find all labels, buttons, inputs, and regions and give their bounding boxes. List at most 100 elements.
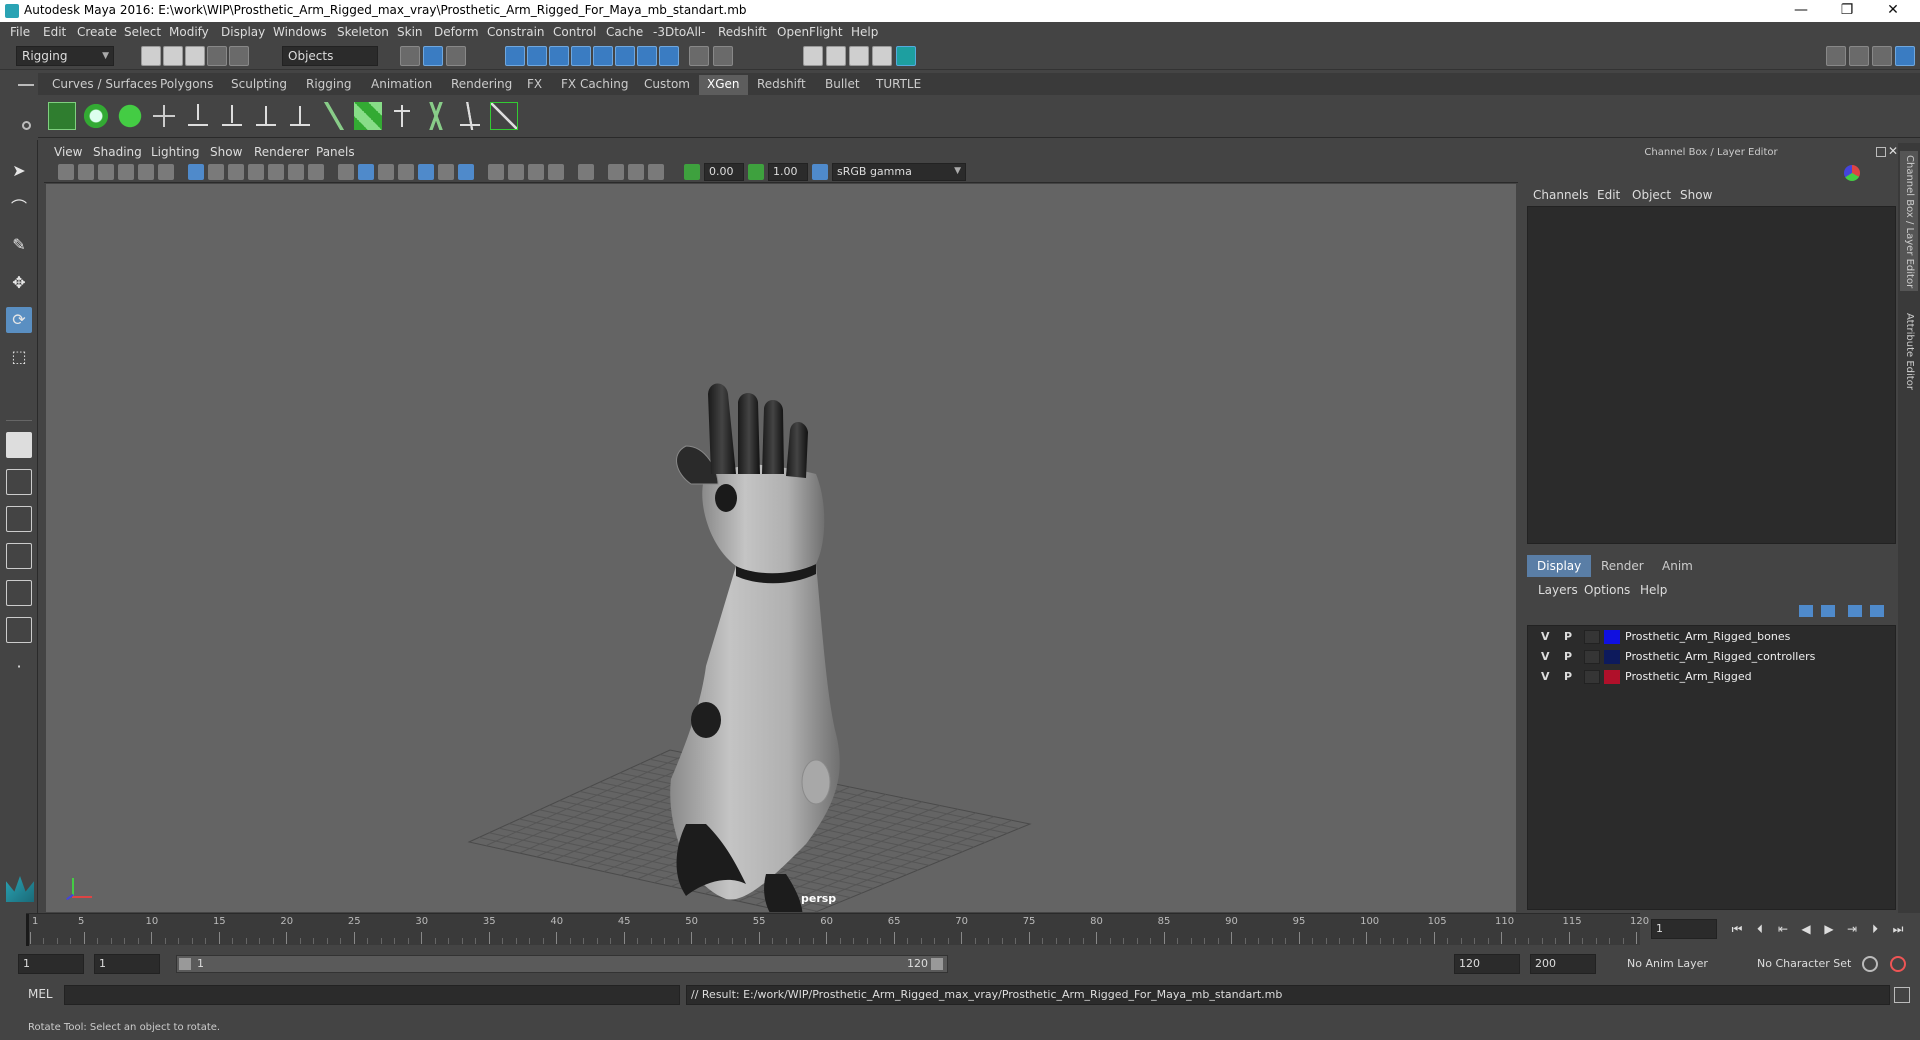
viewport-menu-show[interactable]: Show (210, 145, 242, 159)
film-gate-icon[interactable] (208, 164, 224, 180)
select-icon[interactable] (713, 46, 733, 66)
shelf-tab-fx[interactable]: FX (519, 75, 550, 95)
snap-curve-icon[interactable] (527, 46, 547, 66)
channelbox-edit-menu[interactable]: Edit (1597, 188, 1620, 202)
default-material-icon[interactable] (378, 164, 394, 180)
animation-start-field[interactable]: 1 (18, 954, 84, 974)
xgen-editor-icon[interactable] (48, 102, 76, 130)
render-view-icon[interactable] (896, 46, 916, 66)
lasso-tool[interactable]: ⌒ (6, 195, 32, 221)
minimize-button[interactable]: — (1778, 0, 1824, 22)
menu-3dtoall[interactable]: -3DtoAll- (653, 25, 705, 39)
xgen-preview-icon[interactable] (82, 102, 110, 130)
redo-icon[interactable] (229, 46, 249, 66)
anti-aliasing-icon[interactable] (548, 164, 564, 180)
menu-display[interactable]: Display (221, 25, 265, 39)
camera-select-icon[interactable] (58, 164, 74, 180)
step-forward-frame-button[interactable]: ⏵ (1865, 919, 1885, 939)
comb-icon[interactable] (456, 102, 484, 130)
ipr-render-icon[interactable] (826, 46, 846, 66)
color-space-dropdown[interactable]: sRGB gamma ▼ (832, 163, 966, 181)
place-guides-icon[interactable] (150, 102, 178, 130)
select-by-object-icon[interactable] (423, 46, 443, 66)
layer-row[interactable]: V P Prosthetic_Arm_Rigged_controllers (1528, 647, 1895, 667)
backface-icon[interactable] (648, 164, 664, 180)
step-forward-key-button[interactable]: ⇥ (1842, 919, 1862, 939)
step-back-frame-button[interactable]: ⏴ (1750, 919, 1770, 939)
persp-outliner-layout-button[interactable] (6, 506, 32, 532)
rebuild-guide-icon[interactable] (252, 102, 280, 130)
layer-row[interactable]: V P Prosthetic_Arm_Rigged (1528, 667, 1895, 687)
shelf-tab-curves-surfaces[interactable]: Curves / Surfaces (44, 75, 165, 95)
shelf-tab-bullet[interactable]: Bullet (817, 75, 868, 95)
range-end-handle[interactable] (931, 958, 943, 970)
tab-anim[interactable]: Anim (1652, 555, 1703, 577)
shelf-tab-xgen[interactable]: XGen (699, 75, 748, 95)
use-all-lights-icon[interactable] (458, 164, 474, 180)
restore-button[interactable]: ❐ (1824, 0, 1870, 22)
shelf-settings-icon[interactable] (22, 121, 31, 130)
groom-icon[interactable] (422, 102, 450, 130)
safe-action-icon[interactable] (288, 164, 304, 180)
menu-control[interactable]: Control (553, 25, 596, 39)
shelf-tab-fx-caching[interactable]: FX Caching (553, 75, 636, 95)
exposure-icon[interactable] (684, 164, 700, 180)
menu-redshift[interactable]: Redshift (718, 25, 767, 39)
gate-mask-icon[interactable] (248, 164, 264, 180)
viewport-menu-lighting[interactable]: Lighting (151, 145, 200, 159)
new-layer-selected-icon[interactable] (1870, 605, 1884, 617)
layer-color-swatch[interactable] (1604, 630, 1620, 644)
menu-modify[interactable]: Modify (169, 25, 209, 39)
xray-active-icon[interactable] (628, 164, 644, 180)
menu-help[interactable]: Help (851, 25, 878, 39)
2d-pan-zoom-icon[interactable] (138, 164, 154, 180)
playback-end-field[interactable]: 120 (1454, 954, 1520, 974)
selection-mode-dropdown[interactable]: Objects (282, 46, 378, 66)
auto-key-icon[interactable] (1862, 956, 1878, 972)
guide-to-curves-icon[interactable] (320, 102, 348, 130)
script-language-label[interactable]: MEL (28, 987, 53, 1001)
grid-toggle-icon[interactable] (188, 164, 204, 180)
image-plane-icon[interactable] (118, 164, 134, 180)
scale-tool[interactable]: ⬚ (6, 344, 32, 370)
menuset-dropdown[interactable]: Rigging ▼ (16, 46, 114, 66)
xray-joints-icon[interactable] (608, 164, 624, 180)
layer-playback-toggle[interactable]: P (1564, 630, 1572, 643)
layer-visibility-toggle[interactable]: V (1541, 650, 1550, 663)
shelf-tab-redshift[interactable]: Redshift (749, 75, 814, 95)
time-ruler[interactable]: 1 5 10 15 20 25 30 35 40 45 50 55 60 65 70 75 80 85 90 95 10… (26, 913, 1649, 946)
save-scene-icon[interactable] (185, 46, 205, 66)
shelf-tab-polygons[interactable]: Polygons (152, 75, 221, 95)
command-input[interactable] (64, 985, 680, 1005)
layout-options-button[interactable]: · (6, 654, 32, 680)
float-panel-icon[interactable] (1876, 147, 1886, 157)
character-set-dropdown[interactable]: No Character Set (1752, 954, 1878, 974)
menu-deform[interactable]: Deform (434, 25, 479, 39)
cut-guides-icon[interactable] (388, 102, 416, 130)
rotate-tool[interactable]: ⟳ (6, 307, 32, 333)
select-by-hierarchy-icon[interactable] (400, 46, 420, 66)
shelf-tab-turtle[interactable]: TURTLE (868, 75, 929, 95)
snap-view-plane-icon[interactable] (571, 46, 591, 66)
shelf-tab-rigging[interactable]: Rigging (298, 75, 359, 95)
attribute-editor-toggle-icon[interactable] (1849, 46, 1869, 66)
field-chart-icon[interactable] (268, 164, 284, 180)
lock-icon[interactable] (689, 46, 709, 66)
layer-visibility-toggle[interactable]: V (1541, 630, 1550, 643)
motion-blur-icon[interactable] (528, 164, 544, 180)
camera-attributes-icon[interactable] (78, 164, 94, 180)
tab-display[interactable]: Display (1527, 555, 1592, 577)
menu-skin[interactable]: Skin (397, 25, 423, 39)
new-scene-icon[interactable] (141, 46, 161, 66)
move-layer-up-icon[interactable] (1799, 605, 1813, 617)
menu-cache[interactable]: Cache (606, 25, 643, 39)
undo-icon[interactable] (207, 46, 227, 66)
anim-layer-dropdown[interactable]: No Anim Layer (1622, 954, 1742, 974)
channelbox-object-menu[interactable]: Object (1632, 188, 1671, 202)
open-scene-icon[interactable] (163, 46, 183, 66)
menu-openflight[interactable]: OpenFlight (777, 25, 843, 39)
persp-node-editor-layout-button[interactable] (6, 617, 32, 643)
playback-start-field[interactable]: 1 (94, 954, 160, 974)
select-tool[interactable]: ➤ (6, 158, 32, 184)
tab-render[interactable]: Render (1591, 555, 1654, 577)
